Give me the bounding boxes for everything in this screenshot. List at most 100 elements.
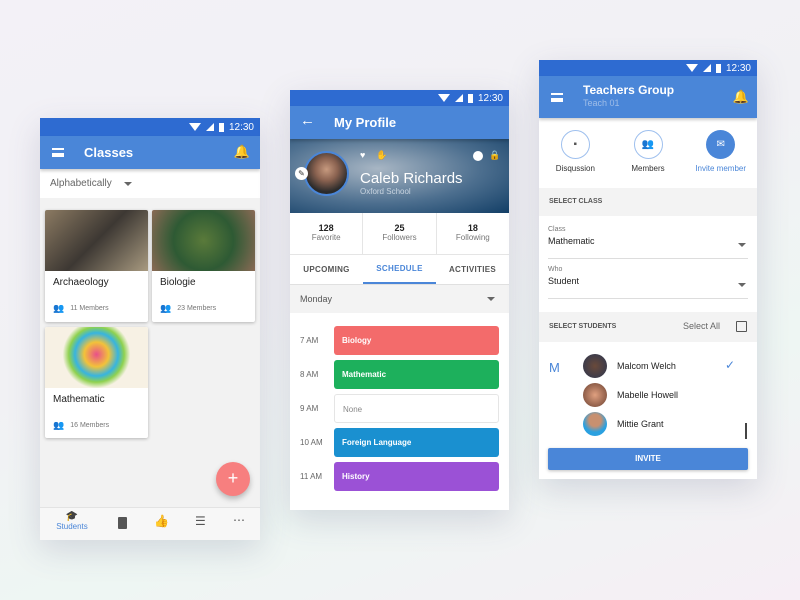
action-invite-member[interactable]: ✉ Invite member: [684, 118, 757, 188]
document-icon[interactable]: [118, 517, 127, 529]
back-arrow-icon[interactable]: ←: [300, 112, 315, 129]
more-icon[interactable]: ⋯: [233, 513, 245, 527]
tab-bar: UPCOMING SCHEDULE ACTIVITIES: [290, 255, 509, 285]
field-value: Mathematic: [548, 236, 595, 246]
mail-icon: ✉: [706, 130, 736, 159]
edit-avatar-button[interactable]: ✎: [295, 167, 308, 180]
select-students-header: SELECT STUDENTS Select All: [539, 312, 757, 342]
people-icon: 👥: [53, 303, 65, 313]
time-label: 7 AM: [300, 336, 319, 345]
thumbs-up-icon[interactable]: 👍: [154, 514, 169, 528]
stat-label: Favorite: [311, 233, 341, 242]
check-icon[interactable]: ✓: [725, 358, 735, 372]
status-bar: 12:30: [290, 90, 509, 106]
schedule-slot[interactable]: History: [334, 462, 499, 491]
class-card[interactable]: Archaeology 👥 11 Members: [45, 210, 148, 322]
list-icon[interactable]: ☰: [195, 514, 206, 528]
class-card[interactable]: Biologie 👥 23 Members: [152, 210, 255, 322]
chevron-down-icon: [738, 283, 746, 287]
member-count: 23 Members: [177, 305, 217, 312]
page-subtitle: Teach 01: [583, 98, 620, 108]
menu-icon[interactable]: [52, 148, 64, 157]
who-select[interactable]: Who Student: [548, 266, 748, 299]
stat-favorite[interactable]: 128 Favorite: [290, 213, 364, 254]
schedule-slot[interactable]: Mathematic: [334, 360, 499, 389]
field-value: Student: [548, 276, 580, 286]
status-time: 12:30: [228, 121, 254, 133]
nav-students[interactable]: 🎓 Students: [52, 511, 92, 531]
tab-schedule[interactable]: SCHEDULE: [363, 255, 436, 284]
class-title: Archaeology: [53, 277, 109, 288]
wifi-icon: [437, 94, 450, 102]
sort-dropdown[interactable]: Alphabetically: [40, 169, 260, 198]
student-name[interactable]: Mabelle Howell: [617, 390, 678, 400]
schedule-slot[interactable]: None: [334, 394, 499, 423]
action-label: Members: [631, 164, 665, 173]
chevron-down-icon: [738, 243, 746, 247]
stat-label: Followers: [382, 233, 417, 242]
group-screen: 12:30 Teachers Group Teach 01 🔔 ▪ Disquss…: [539, 60, 757, 479]
chevron-down-icon: [123, 181, 132, 186]
avatar: [583, 354, 607, 378]
verified-icon: [473, 151, 483, 161]
tab-activities[interactable]: ACTIVITIES: [436, 255, 509, 284]
bell-icon[interactable]: 🔔: [733, 89, 749, 105]
class-title: Mathematic: [53, 394, 105, 405]
profile-name: Caleb Richards: [360, 170, 463, 187]
signal-icon: [205, 123, 214, 131]
add-class-button[interactable]: +: [216, 462, 250, 496]
action-discussion[interactable]: ▪ Disqussion: [539, 118, 612, 188]
page-title: My Profile: [334, 115, 397, 130]
select-all-checkbox[interactable]: [736, 321, 747, 332]
day-value: Monday: [300, 294, 333, 304]
avatar: [583, 412, 607, 436]
field-label: Class: [548, 226, 566, 233]
select-students-label: SELECT STUDENTS: [549, 323, 617, 330]
schedule-slot[interactable]: Biology: [334, 326, 499, 355]
field-label: Who: [548, 266, 563, 273]
wifi-icon: [685, 64, 698, 72]
class-image: [152, 210, 255, 271]
select-all-label: Select All: [683, 321, 721, 331]
time-label: 10 AM: [300, 438, 323, 447]
bell-icon[interactable]: 🔔: [234, 144, 250, 160]
status-bar: 12:30: [40, 118, 260, 136]
schedule-slot[interactable]: Foreign Language: [334, 428, 499, 457]
student-name[interactable]: Malcom Welch: [617, 361, 676, 371]
signal-icon: [702, 64, 711, 72]
invite-button[interactable]: INVITE: [548, 448, 748, 470]
page-title: Classes: [84, 145, 134, 160]
student-name[interactable]: Mittie Grant: [617, 419, 664, 429]
class-image: [45, 210, 148, 271]
signal-icon: [454, 94, 463, 102]
action-members[interactable]: 👥 Members: [612, 118, 685, 188]
graduation-cap-icon: 🎓: [65, 511, 79, 522]
app-bar: Classes 🔔: [40, 136, 260, 169]
action-label: Disqussion: [555, 164, 595, 173]
battery-icon: [715, 63, 721, 73]
battery-icon: [218, 122, 224, 132]
chevron-down-icon: [487, 297, 495, 301]
stat-label: Following: [455, 233, 490, 242]
stat-following[interactable]: 18 Following: [437, 213, 509, 254]
time-label: 9 AM: [300, 404, 319, 413]
stat-value: 128: [318, 223, 334, 233]
action-label: Invite member: [695, 164, 747, 173]
profile-header: ✎ ♥ ✋ 🔒 Caleb Richards Oxford School: [290, 139, 509, 213]
chat-icon: ▪: [560, 130, 590, 159]
member-count: 16 Members: [70, 422, 110, 429]
day-dropdown[interactable]: Monday: [290, 285, 509, 313]
wifi-icon: [188, 123, 201, 131]
class-select[interactable]: Class Mathematic: [548, 226, 748, 259]
lock-icon: 🔒: [489, 150, 501, 160]
status-time: 12:30: [477, 92, 503, 104]
tab-upcoming[interactable]: UPCOMING: [290, 255, 363, 284]
app-bar: Teachers Group Teach 01 🔔: [539, 76, 757, 118]
app-bar: ← My Profile: [290, 106, 509, 139]
avatar: [583, 383, 607, 407]
scrollbar[interactable]: [745, 423, 747, 439]
class-card[interactable]: Mathematic 👥 16 Members: [45, 327, 148, 438]
people-icon: 👥: [160, 303, 172, 313]
menu-icon[interactable]: [551, 93, 563, 102]
stat-followers[interactable]: 25 Followers: [363, 213, 437, 254]
